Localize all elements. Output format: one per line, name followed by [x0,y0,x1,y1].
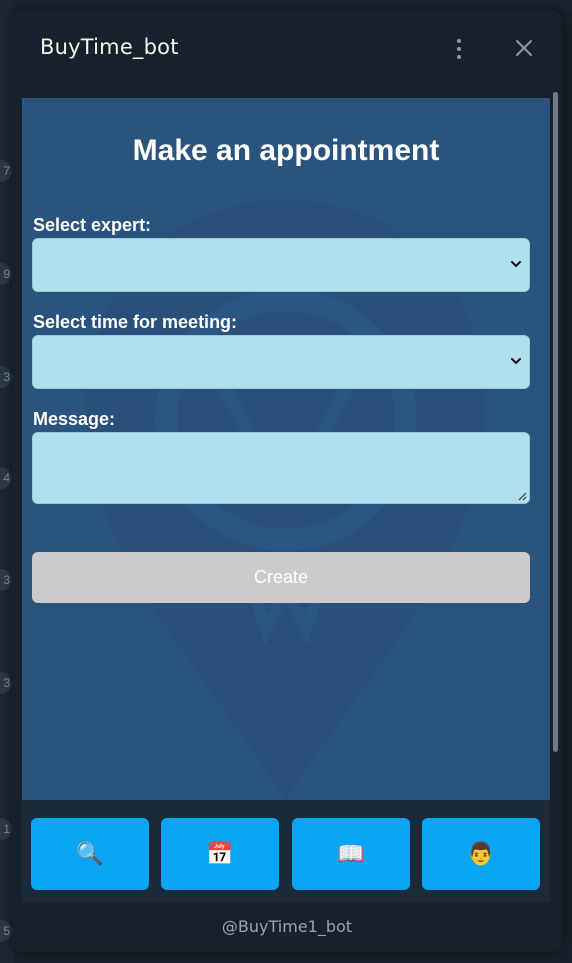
book-icon: 📖 [337,841,365,866]
background-count: 1 [0,818,12,840]
nav-profile-button[interactable]: 👨 [422,818,540,890]
webapp-content: Make an appointment Select expert: Selec… [22,98,550,902]
message-label: Message: [33,409,116,429]
more-options-icon[interactable] [448,36,470,62]
resize-handle-icon[interactable] [517,491,527,501]
bot-webapp-window: BuyTime_bot Make an appointment Select e… [12,10,562,952]
background-count: 5 [0,920,12,942]
time-label: Select time for meeting: [33,312,238,332]
background-count: 3 [0,569,12,591]
background-count: 7 [0,160,12,182]
background-count: 9 [0,263,12,285]
expert-label: Select expert: [33,215,152,235]
window-title: BuyTime_bot [40,35,179,59]
scrollbar[interactable] [553,92,558,752]
chevron-down-icon [511,261,521,268]
time-select[interactable] [32,335,530,389]
background-topbar [0,0,572,10]
calendar-icon: 📅 [206,841,234,866]
window-header: BuyTime_bot [12,10,562,88]
page-title: Make an appointment [132,134,440,167]
bottom-nav-bar: 🔍 📅 📖 👨 [22,800,550,902]
background-count: 3 [0,366,12,388]
close-icon[interactable] [512,36,536,60]
bot-username: @BuyTime1_bot [12,902,562,952]
nav-book-button[interactable]: 📖 [292,818,410,890]
create-button[interactable]: Create [32,552,530,603]
person-icon: 👨 [467,841,495,866]
nav-calendar-button[interactable]: 📅 [161,818,279,890]
chevron-down-icon [511,358,521,365]
background-count: 4 [0,467,12,489]
background-count: 3 [0,672,12,694]
message-textarea[interactable] [32,432,530,504]
nav-search-button[interactable]: 🔍 [31,818,149,890]
expert-select[interactable] [32,238,530,292]
search-icon: 🔍 [76,841,104,866]
